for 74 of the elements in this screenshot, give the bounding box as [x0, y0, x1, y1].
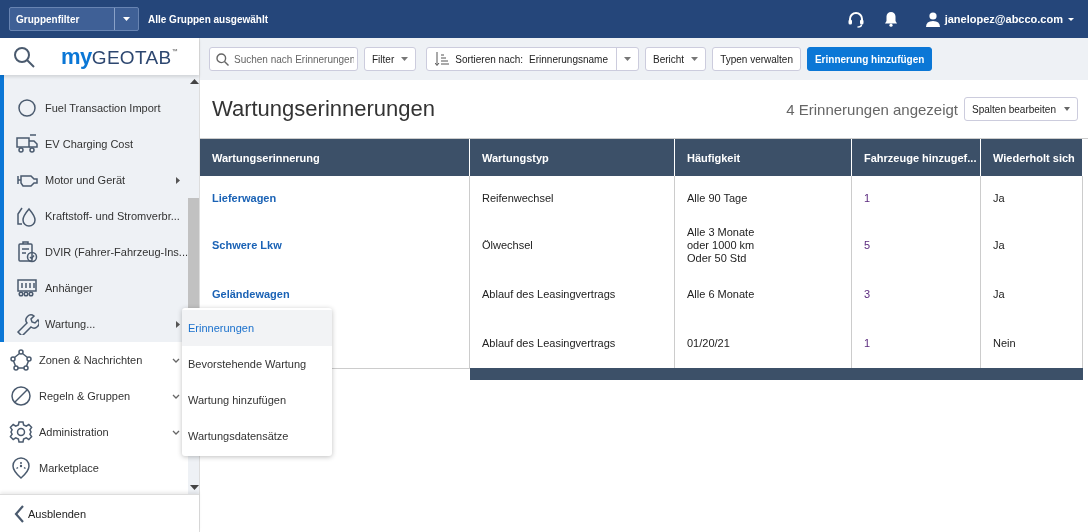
vehicle-count-link[interactable]: 1 [864, 336, 871, 350]
vehicle-count-link[interactable]: 3 [864, 287, 871, 301]
caret-icon [1064, 107, 1070, 111]
group-filter-dropdown[interactable]: Gruppenfilter [9, 7, 139, 31]
manage-types-button[interactable]: Typen verwalten [712, 47, 801, 71]
prohibited-icon [9, 385, 33, 407]
caret-icon [401, 57, 409, 61]
chevron-down-icon [172, 357, 181, 363]
person-icon [925, 11, 940, 27]
droplet-icon [15, 205, 39, 227]
sort-icon [435, 52, 450, 66]
page-title: Wartungserinnerungen [212, 96, 436, 122]
table-cell-text: Alle 6 Monate [687, 287, 755, 301]
sidebar-item[interactable]: Anhänger [4, 270, 189, 306]
vehicle-count-link[interactable]: 1 [864, 191, 871, 205]
reminder-count: 4 Erinnerungen angezeigt [786, 100, 959, 118]
column-header[interactable]: Wartungserinnerung [200, 139, 470, 176]
chevron-left-icon [14, 504, 24, 523]
column-header[interactable]: Wiederholt sich [981, 139, 1083, 176]
caret-icon [624, 57, 631, 61]
search-field[interactable]: Suchen nach Erinnerungen [209, 47, 358, 71]
edit-columns-button[interactable]: Spalten bearbeiten [964, 97, 1078, 121]
scroll-up-icon[interactable] [189, 79, 199, 84]
submenu-item[interactable]: Erinnerungen [182, 310, 332, 346]
scrollbar-thumb[interactable] [188, 198, 199, 308]
table-cell-text: Ablauf des Leasingvertrags [482, 336, 616, 350]
sidebar-item[interactable]: EV Charging Cost [4, 126, 189, 162]
table-cell-text: Ja [993, 191, 1005, 205]
reminder-link[interactable]: Geländewagen [212, 287, 290, 301]
location-pin-icon [9, 457, 33, 479]
truck-icon [15, 133, 39, 155]
chevron-down-icon [172, 393, 181, 399]
headset-icon[interactable] [847, 10, 864, 28]
table-cell-text: Alle 90 Tage [687, 191, 748, 205]
search-icon[interactable] [13, 45, 35, 68]
trailer-icon [15, 277, 39, 299]
sort-dropdown[interactable]: Sortieren nach: Erinnerungsname [426, 47, 639, 71]
sidebar-item[interactable]: Motor und Gerät [4, 162, 189, 198]
table-cell-text: Alle 3 Monate oder 1000 km Oder 50 Std [687, 225, 755, 265]
caret-right-icon [176, 176, 181, 184]
filter-button[interactable]: Filter [364, 47, 417, 71]
table-cell-text: Reifenwechsel [482, 191, 554, 205]
caret-icon [123, 17, 130, 21]
gear-icon [9, 421, 33, 443]
column-header[interactable]: Fahrzeuge hinzugef... [852, 139, 981, 176]
user-menu[interactable]: janelopez@abcco.com [925, 11, 1074, 27]
clipboard-check-icon [15, 241, 39, 263]
report-button[interactable]: Bericht [645, 47, 707, 71]
wrench-icon [15, 313, 39, 335]
table-cell-text: Ablauf des Leasingvertrags [482, 287, 616, 301]
collapse-button[interactable]: Ausblenden [0, 494, 199, 532]
column-header[interactable]: Wartungstyp [470, 139, 675, 176]
group-status: Alle Gruppen ausgewählt [148, 13, 269, 25]
caret-icon [691, 57, 699, 61]
sidebar-item[interactable]: DVIR (Fahrer-Fahrzeug-Ins... [4, 234, 189, 270]
caret-icon [1068, 17, 1074, 21]
sidebar-item[interactable]: Kraftstoff- und Stromverbr... [4, 198, 189, 234]
sidebar-item[interactable]: Fuel Transaction Import [4, 90, 189, 126]
bell-icon[interactable] [883, 11, 898, 27]
network-icon [9, 349, 33, 371]
circle-icon [15, 97, 39, 119]
reminder-link[interactable]: Schwere Lkw [212, 238, 282, 252]
table-cell-text: Nein [993, 336, 1016, 350]
chevron-down-icon [172, 429, 181, 435]
add-reminder-button[interactable]: Erinnerung hinzufügen [806, 47, 933, 71]
table-cell-text: Ja [993, 238, 1005, 252]
search-icon [216, 52, 229, 66]
table-cell-text: 01/20/21 [687, 336, 730, 350]
reminder-link[interactable]: Lieferwagen [212, 191, 277, 205]
table-cell-text: Ja [993, 287, 1005, 301]
column-header[interactable]: Häufigkeit [675, 139, 852, 176]
vehicle-count-link[interactable]: 5 [864, 238, 871, 252]
table-cell-text: Ölwechsel [482, 238, 533, 252]
scroll-down-icon[interactable] [189, 485, 199, 490]
